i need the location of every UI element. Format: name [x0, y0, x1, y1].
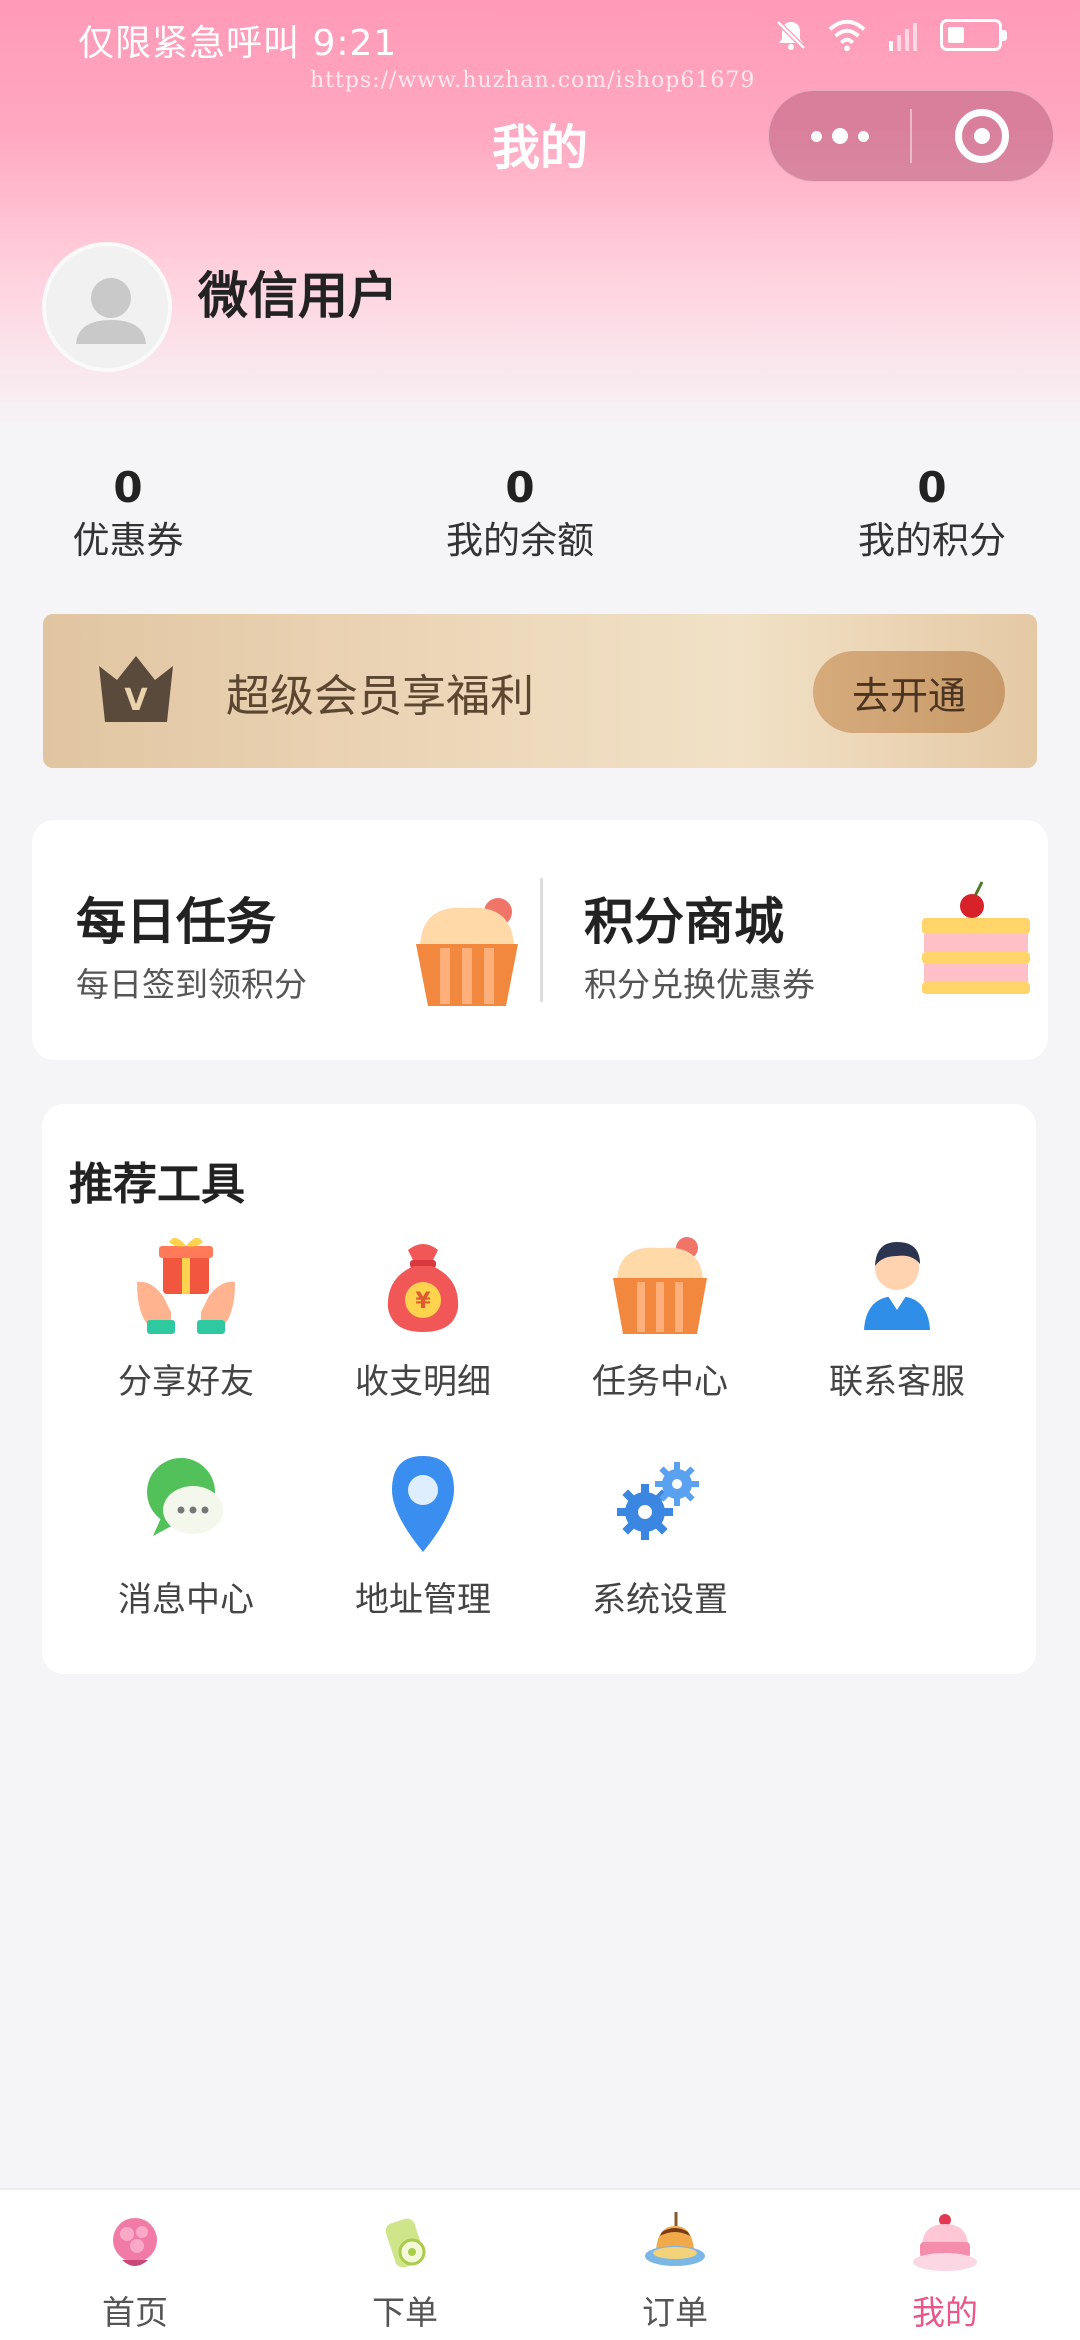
wifi-icon [828, 16, 866, 54]
section-title: 推荐工具 [69, 1159, 245, 1210]
task-title: 每日任务 [76, 893, 276, 951]
task-card: 每日任务 每日签到领积分 积分商城 积分兑换优惠券 [32, 820, 1048, 1060]
status-carrier-time: 仅限紧急呼叫 9:21 [78, 23, 398, 64]
tab-orders[interactable]: 订单 [540, 2190, 810, 2340]
tool-task-center[interactable]: 任务中心 [560, 1230, 760, 1403]
cake-profile-icon [913, 2214, 977, 2271]
stat-label: 我的余额 [446, 519, 594, 562]
stat-label: 我的积分 [858, 519, 1006, 562]
tool-address-management[interactable]: 地址管理 [323, 1448, 523, 1621]
stat-value: 0 [917, 463, 947, 512]
layer-cake-icon [922, 881, 1030, 994]
tool-system-settings[interactable]: 系统设置 [560, 1448, 760, 1621]
tool-share-friends[interactable]: 分享好友 [86, 1230, 286, 1403]
watermark-text: https://www.huzhan.com/ishop61679 [310, 68, 756, 93]
gift-hands-icon [137, 1237, 235, 1334]
order-drink-icon [385, 2218, 426, 2268]
task-title: 积分商城 [584, 893, 784, 951]
money-bag-icon: ¥ [387, 1244, 459, 1332]
crown-icon: V [93, 646, 179, 732]
status-icons [772, 16, 1007, 54]
stat-value: 0 [113, 463, 143, 512]
tool-label: 分享好友 [118, 1362, 254, 1402]
cupcake-icon [613, 1237, 707, 1334]
close-miniprogram-button[interactable] [912, 90, 1053, 182]
tab-profile[interactable]: 我的 [810, 2190, 1080, 2340]
stat-label: 优惠券 [72, 519, 184, 562]
svg-text:¥: ¥ [415, 1289, 431, 1314]
user-nickname[interactable]: 微信用户 [198, 256, 398, 328]
task-divider [540, 878, 543, 1002]
stat-points[interactable]: 0 我的积分 [832, 460, 1032, 566]
stat-value: 0 [505, 463, 535, 512]
tab-label: 首页 [102, 2293, 168, 2332]
dot-icon [810, 130, 822, 142]
task-subtitle: 每日签到领积分 [76, 965, 307, 1004]
bottom-tabbar: 首页 下单 订单 我的 [0, 2188, 1080, 2340]
avatar[interactable] [42, 242, 172, 372]
battery-icon [940, 19, 1007, 51]
location-pin-icon [392, 1456, 454, 1552]
points-mall-entry[interactable]: 积分商城 积分兑换优惠券 [584, 820, 1044, 1060]
dot-icon [857, 130, 869, 142]
recommended-tools-card: 推荐工具 分享好友 ¥ 收支明细 任务中心 联系客服 消息中心 地址管理 系统设… [42, 1104, 1036, 1674]
tab-home[interactable]: 首页 [0, 2190, 270, 2340]
cupcake-icon [416, 898, 518, 1006]
stat-balance[interactable]: 0 我的余额 [420, 460, 620, 566]
vip-banner[interactable]: V 超级会员享福利 去开通 [43, 614, 1037, 768]
stat-coupons[interactable]: 0 优惠券 [48, 460, 208, 566]
daily-task-entry[interactable]: 每日任务 每日签到领积分 [76, 820, 536, 1060]
more-options-button[interactable] [769, 90, 910, 182]
mute-bell-icon [772, 16, 810, 54]
tool-customer-service[interactable]: 联系客服 [797, 1230, 997, 1403]
tab-order[interactable]: 下单 [270, 2190, 540, 2340]
activate-vip-button[interactable]: 去开通 [813, 651, 1005, 733]
target-circle-icon [955, 109, 1010, 163]
tool-label: 消息中心 [118, 1580, 254, 1620]
crown-letter: V [124, 683, 148, 718]
vip-promo-text: 超级会员享福利 [226, 671, 534, 722]
tool-label: 系统设置 [592, 1580, 728, 1620]
tab-label: 我的 [912, 2293, 978, 2332]
gears-icon [617, 1462, 699, 1540]
status-bar: 仅限紧急呼叫 9:21 [0, 0, 1080, 76]
home-flower-icon [113, 2218, 157, 2266]
tool-message-center[interactable]: 消息中心 [86, 1448, 286, 1621]
task-subtitle: 积分兑换优惠券 [584, 965, 815, 1004]
miniprogram-capsule [768, 90, 1054, 182]
tab-label: 下单 [372, 2293, 438, 2332]
tool-income-details[interactable]: ¥ 收支明细 [323, 1230, 523, 1403]
user-stats: 0 优惠券 0 我的余额 0 我的积分 [0, 460, 1080, 580]
signal-icon [884, 16, 922, 54]
pudding-icon [645, 2212, 705, 2266]
tool-label: 收支明细 [355, 1362, 491, 1402]
dot-icon [831, 128, 848, 144]
tool-label: 任务中心 [592, 1362, 728, 1402]
message-bubble-icon [147, 1458, 223, 1536]
customer-service-icon [864, 1242, 930, 1330]
tool-label: 联系客服 [829, 1362, 965, 1402]
tab-label: 订单 [642, 2293, 708, 2332]
tool-label: 地址管理 [355, 1580, 491, 1620]
